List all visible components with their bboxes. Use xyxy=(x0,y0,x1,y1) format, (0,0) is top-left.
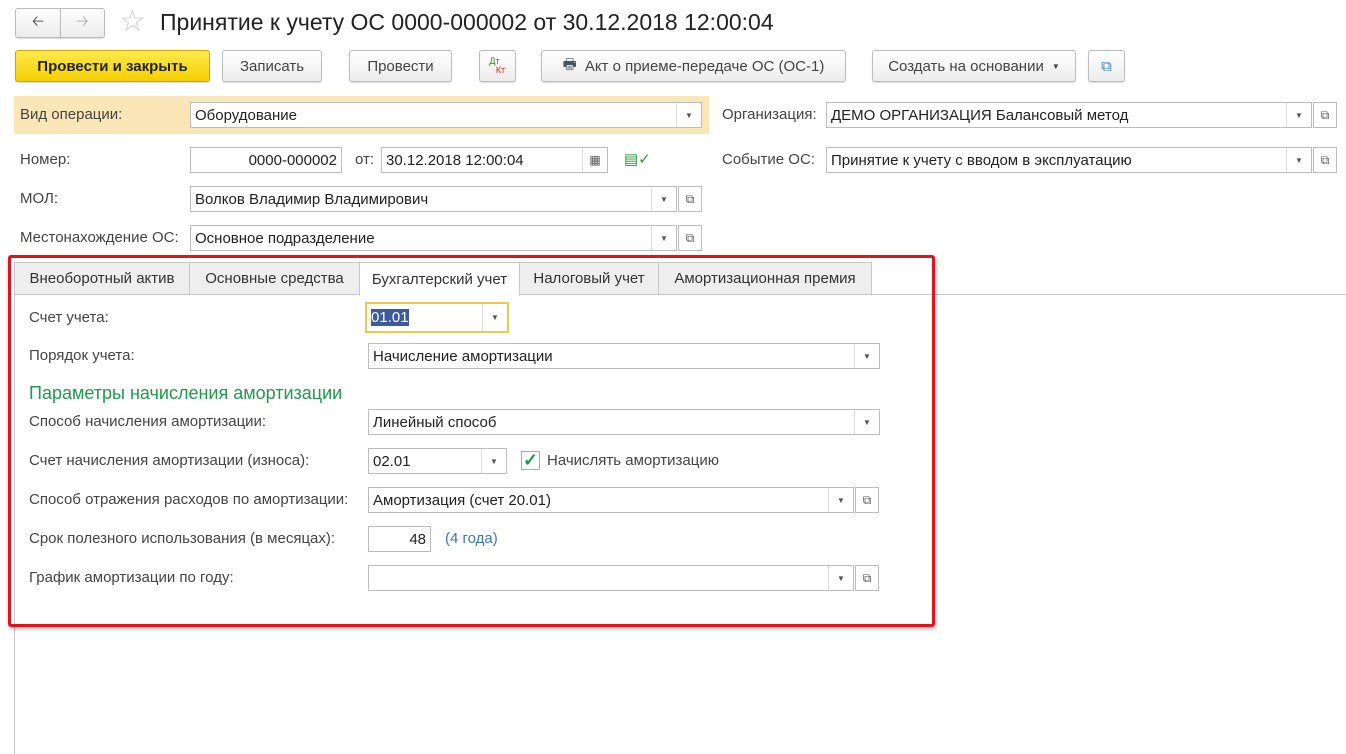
location-select[interactable]: Основное подразделение ▼ xyxy=(190,225,677,251)
print-act-label: Акт о приеме-передаче ОС (ОС-1) xyxy=(584,57,825,75)
arrow-right-icon: 🡢 xyxy=(76,12,89,30)
create-based-button[interactable]: Создать на основании ▼ xyxy=(872,50,1076,82)
post-button[interactable]: Провести xyxy=(349,50,452,82)
page-title: Принятие к учету ОС 0000-000002 от 30.12… xyxy=(160,9,774,35)
favorite-star-icon[interactable]: ☆ xyxy=(119,4,146,39)
date-input[interactable]: 30.12.2018 12:00:04 ▦ xyxy=(381,147,608,173)
event-select[interactable]: Принятие к учету с вводом в эксплуатацию… xyxy=(826,147,1312,173)
create-based-label: Создать на основании xyxy=(888,57,1044,75)
op-type-label: Вид операции: xyxy=(20,106,123,123)
print-act-button[interactable]: 🖶 Акт о приеме-передаче ОС (ОС-1) xyxy=(541,50,846,82)
event-value: Принятие к учету с вводом в эксплуатацию xyxy=(831,151,1132,169)
save-button[interactable]: Записать xyxy=(222,50,322,82)
back-button[interactable]: 🡠 xyxy=(15,8,61,38)
posted-status-icon: ▤✓ xyxy=(624,151,651,168)
open-icon[interactable]: ⧉ xyxy=(678,186,702,212)
arrow-left-icon: 🡠 xyxy=(31,12,45,30)
dt-kt-button[interactable]: Дт Кт xyxy=(479,50,516,82)
org-label: Организация: xyxy=(722,106,817,123)
op-type-value: Оборудование xyxy=(195,106,298,124)
highlight-frame xyxy=(8,255,935,627)
location-label: Местонахождение ОС: xyxy=(20,229,179,246)
open-icon[interactable]: ⧉ xyxy=(1313,147,1337,173)
number-value: 0000-000002 xyxy=(248,151,337,169)
date-label: от: xyxy=(355,151,375,168)
chevron-down-icon[interactable]: ▼ xyxy=(1286,148,1311,172)
mol-label: МОЛ: xyxy=(20,190,59,207)
chevron-down-icon: ▼ xyxy=(1051,61,1060,71)
forward-button[interactable]: 🡢 xyxy=(60,8,105,38)
chevron-down-icon[interactable]: ▼ xyxy=(651,226,676,250)
op-type-select[interactable]: Оборудование ▼ xyxy=(190,102,702,128)
calendar-icon[interactable]: ▦ xyxy=(582,148,607,172)
structure-icon[interactable]: ⧉ xyxy=(1088,50,1125,82)
chevron-down-icon[interactable]: ▼ xyxy=(676,103,701,127)
org-select[interactable]: ДЕМО ОРГАНИЗАЦИЯ Балансовый метод ▼ xyxy=(826,102,1312,128)
chevron-down-icon[interactable]: ▼ xyxy=(1286,103,1311,127)
printer-icon: 🖶 xyxy=(562,55,577,73)
open-icon[interactable]: ⧉ xyxy=(678,225,702,251)
open-icon[interactable]: ⧉ xyxy=(1313,102,1337,128)
kt-icon: Кт xyxy=(495,65,506,75)
mol-value: Волков Владимир Владимирович xyxy=(195,190,429,208)
mol-select[interactable]: Волков Владимир Владимирович ▼ xyxy=(190,186,677,212)
number-input[interactable]: 0000-000002 xyxy=(190,147,342,173)
chevron-down-icon[interactable]: ▼ xyxy=(651,187,676,211)
location-value: Основное подразделение xyxy=(195,229,375,247)
date-value: 30.12.2018 12:00:04 xyxy=(386,151,524,169)
post-and-close-button[interactable]: Провести и закрыть xyxy=(15,50,210,82)
number-label: Номер: xyxy=(20,151,71,168)
event-label: Событие ОС: xyxy=(722,151,815,168)
org-value: ДЕМО ОРГАНИЗАЦИЯ Балансовый метод xyxy=(831,106,1129,124)
